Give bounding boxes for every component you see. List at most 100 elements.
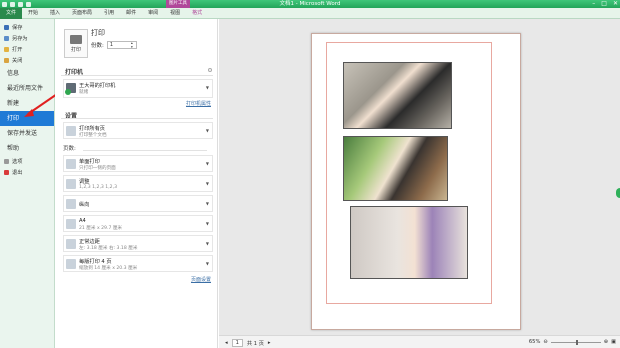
- exit-icon: [4, 170, 9, 175]
- zoom-level: 65%: [528, 339, 541, 345]
- close-doc-icon: [4, 58, 9, 63]
- option-subtitle: 左: 3.18 厘米 右: 3.18 厘米: [79, 246, 138, 251]
- tab-page-layout[interactable]: 页面布局: [66, 8, 98, 19]
- paper-size-dropdown[interactable]: A4 21 厘米 x 29.7 厘米 ▼: [63, 215, 213, 232]
- divider: [61, 75, 213, 76]
- save-as-icon: [4, 36, 9, 41]
- nav-help[interactable]: 帮助: [0, 141, 54, 156]
- option-subtitle: 21 厘米 x 29.7 厘米: [79, 226, 123, 231]
- status-bar: ◂ 1 共 1 页 ▸ 65% ⊖ ⊕ ▣: [219, 335, 620, 348]
- nav-close-label: 关闭: [12, 58, 23, 64]
- option-subtitle: 打印整个文档: [79, 133, 107, 138]
- nav-close[interactable]: 关闭: [0, 55, 54, 66]
- options-icon: [4, 159, 9, 164]
- pages-input[interactable]: [83, 150, 207, 151]
- page-setup-link[interactable]: 页面设置: [191, 276, 211, 283]
- prev-page-icon[interactable]: ◂: [225, 340, 228, 346]
- tab-mailings[interactable]: 邮件: [120, 8, 142, 19]
- collate-dropdown[interactable]: 调整 1,2,3 1,2,3 1,2,3 ▼: [63, 175, 213, 192]
- collate-icon: [66, 179, 76, 189]
- printer-dropdown[interactable]: 王大哥的打印机 就绪 ▼: [63, 79, 213, 98]
- pages-per-sheet-icon: [66, 259, 76, 269]
- photo-2: [343, 136, 448, 201]
- photo-3: [350, 206, 468, 279]
- close-button[interactable]: ✕: [613, 0, 618, 8]
- printer-properties-link[interactable]: 打印机属性: [186, 100, 211, 107]
- margins-icon: [66, 239, 76, 249]
- nav-save-send[interactable]: 保存并发送: [0, 126, 54, 141]
- preview-page: [311, 33, 521, 330]
- page-number-input[interactable]: 1: [231, 339, 243, 347]
- chevron-down-icon: ▼: [205, 261, 209, 266]
- photo-1: [343, 62, 452, 129]
- option-subtitle: 1,2,3 1,2,3 1,2,3: [79, 185, 117, 190]
- printer-icon: [70, 35, 82, 44]
- minimize-button[interactable]: –: [592, 0, 595, 8]
- open-icon: [4, 47, 9, 52]
- save-icon: [4, 25, 9, 30]
- tab-references[interactable]: 引用: [98, 8, 120, 19]
- pages-icon: [66, 126, 76, 136]
- tab-review[interactable]: 审阅: [142, 8, 164, 19]
- option-title: 单面打印: [79, 159, 100, 165]
- pages-label: 页数:: [63, 146, 76, 152]
- tab-file[interactable]: 文件: [0, 7, 23, 19]
- side-scroll-button[interactable]: [616, 188, 620, 198]
- zoom-in-icon[interactable]: ⊕: [604, 339, 608, 345]
- zoom-out-icon[interactable]: ⊖: [543, 339, 547, 345]
- option-subtitle: 缩放到 14 厘米 x 20.3 厘米: [79, 266, 138, 271]
- zoom-slider[interactable]: [550, 339, 601, 345]
- fit-page-icon[interactable]: ▣: [611, 339, 616, 345]
- copies-row: 份数: 1: [91, 41, 137, 49]
- nav-save-label: 保存: [12, 25, 23, 31]
- print-button-label: 打印: [70, 47, 81, 53]
- portrait-icon: [66, 199, 76, 209]
- printer-name: 王大哥的打印机: [79, 83, 116, 89]
- print-heading: 打印: [91, 29, 105, 37]
- option-subtitle: 只打印一侧的页面: [79, 166, 116, 171]
- nav-save[interactable]: 保存: [0, 22, 54, 33]
- option-title: 纵向: [79, 202, 90, 208]
- nav-exit-label: 退出: [12, 170, 23, 176]
- next-page-icon[interactable]: ▸: [268, 340, 271, 346]
- margins-dropdown[interactable]: 正常边距 左: 3.18 厘米 右: 3.18 厘米 ▼: [63, 235, 213, 252]
- tab-view[interactable]: 视图: [164, 8, 186, 19]
- tab-home[interactable]: 开始: [22, 8, 44, 19]
- option-title: 每版打印 4 页: [79, 259, 112, 265]
- nav-save-as[interactable]: 另存为: [0, 33, 54, 44]
- maximize-button[interactable]: □: [601, 0, 607, 8]
- copies-label: 份数:: [91, 43, 104, 49]
- option-title: 调整: [79, 179, 90, 185]
- backstage-nav: 保存 另存为 打开 关闭 信息 最近所用文件 新建 打印 保存并发送 帮助 选项…: [0, 19, 55, 348]
- option-title: 正常边距: [79, 239, 100, 245]
- chevron-down-icon: ▼: [205, 241, 209, 246]
- sides-dropdown[interactable]: 单面打印 只打印一侧的页面 ▼: [63, 155, 213, 172]
- nav-options-label: 选项: [12, 159, 23, 165]
- option-title: 打印所有页: [79, 126, 105, 132]
- divider: [61, 118, 213, 119]
- chevron-down-icon: ▼: [205, 181, 209, 186]
- zoom-slider-knob[interactable]: [575, 339, 578, 345]
- nav-options[interactable]: 选项: [0, 156, 54, 167]
- nav-info[interactable]: 信息: [0, 66, 54, 81]
- nav-open[interactable]: 打开: [0, 44, 54, 55]
- paper-icon: [66, 219, 76, 229]
- printer-status: 就绪: [79, 90, 89, 95]
- pages-per-sheet-dropdown[interactable]: 每版打印 4 页 缩放到 14 厘米 x 20.3 厘米 ▼: [63, 255, 213, 272]
- chevron-down-icon: ▼: [205, 128, 209, 133]
- nav-exit[interactable]: 退出: [0, 167, 54, 178]
- orientation-dropdown[interactable]: 纵向 ▼: [63, 195, 213, 212]
- page-total: 共 1 页: [246, 340, 264, 347]
- print-settings-panel: 打印 打印 份数: 1 打印机 王大哥的打印机 就绪 ▼ 打印机属性 设置 打印…: [55, 19, 218, 348]
- page-navigator: ◂ 1 共 1 页 ▸: [225, 339, 271, 347]
- one-sided-icon: [66, 159, 76, 169]
- tab-format[interactable]: 格式: [186, 8, 208, 19]
- chevron-down-icon: ▼: [205, 85, 209, 90]
- copies-stepper[interactable]: 1: [106, 41, 137, 49]
- tab-insert[interactable]: 插入: [44, 8, 66, 19]
- nav-open-label: 打开: [12, 47, 23, 53]
- printer-info-icon[interactable]: [208, 68, 212, 72]
- print-range-dropdown[interactable]: 打印所有页 打印整个文档 ▼: [63, 122, 213, 139]
- print-button[interactable]: 打印: [64, 29, 88, 58]
- print-preview-area[interactable]: [219, 19, 620, 335]
